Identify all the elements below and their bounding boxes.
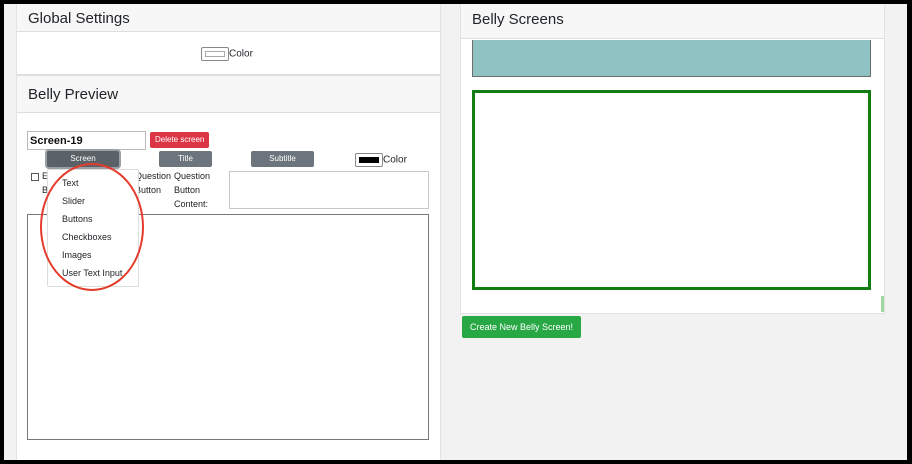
app-frame: Global Settings Color Belly Preview Dele… xyxy=(4,4,907,460)
layout-option-checkboxes[interactable]: Checkboxes xyxy=(48,228,138,246)
belly-preview-title: Belly Preview xyxy=(17,75,440,113)
screen-layout-menu: Text Slider Buttons Checkboxes Images Us… xyxy=(47,169,139,287)
question-label-line1: Question xyxy=(135,171,172,181)
global-settings-title: Global Settings xyxy=(17,4,440,32)
scrollbar-thumb[interactable] xyxy=(881,296,884,312)
subtitle-font-dropdown[interactable]: Subtitle Font▼ xyxy=(251,151,314,179)
layout-option-buttons[interactable]: Buttons xyxy=(48,210,138,228)
belly-screen-thumbnail[interactable] xyxy=(472,40,871,77)
screen-layout-dropdown[interactable]: Screen Layout▼ xyxy=(47,151,119,179)
global-color-swatch[interactable] xyxy=(201,46,229,61)
left-panel: Global Settings Color Belly Preview Dele… xyxy=(16,4,441,460)
subtitle-color-label: Color xyxy=(383,154,407,166)
title-font-dropdown[interactable]: Title Font ▼ xyxy=(159,151,212,179)
belly-screens-title: Belly Screens xyxy=(461,4,884,39)
layout-option-text[interactable]: Text xyxy=(48,174,138,192)
selected-belly-screen[interactable] xyxy=(472,90,871,290)
delete-screen-button[interactable]: Delete screen xyxy=(150,132,210,148)
global-settings-body: Color xyxy=(17,32,440,75)
global-color-picker[interactable]: Color xyxy=(201,45,253,63)
question-content-line1: Question xyxy=(174,171,211,181)
create-belly-screen-button[interactable]: Create New Belly Screen! xyxy=(462,316,581,338)
layout-option-user-text-input[interactable]: User Text Input xyxy=(48,264,138,282)
subtitle-color-swatch[interactable] xyxy=(355,152,383,167)
screen-name-input[interactable] xyxy=(27,131,146,150)
question-content-line2: Button xyxy=(174,185,201,195)
option-checkbox[interactable] xyxy=(31,173,39,181)
subtitle-color-picker[interactable]: Color xyxy=(355,151,407,169)
layout-option-images[interactable]: Images xyxy=(48,246,138,264)
question-button-content-input[interactable] xyxy=(229,171,429,209)
right-panel: Belly Screens xyxy=(460,4,885,314)
question-content-line3: Content: xyxy=(174,199,209,209)
global-color-label: Color xyxy=(229,48,253,60)
belly-preview-body: Delete screen Screen Layout▼ Title Font▼… xyxy=(17,113,440,460)
layout-option-slider[interactable]: Slider xyxy=(48,192,138,210)
